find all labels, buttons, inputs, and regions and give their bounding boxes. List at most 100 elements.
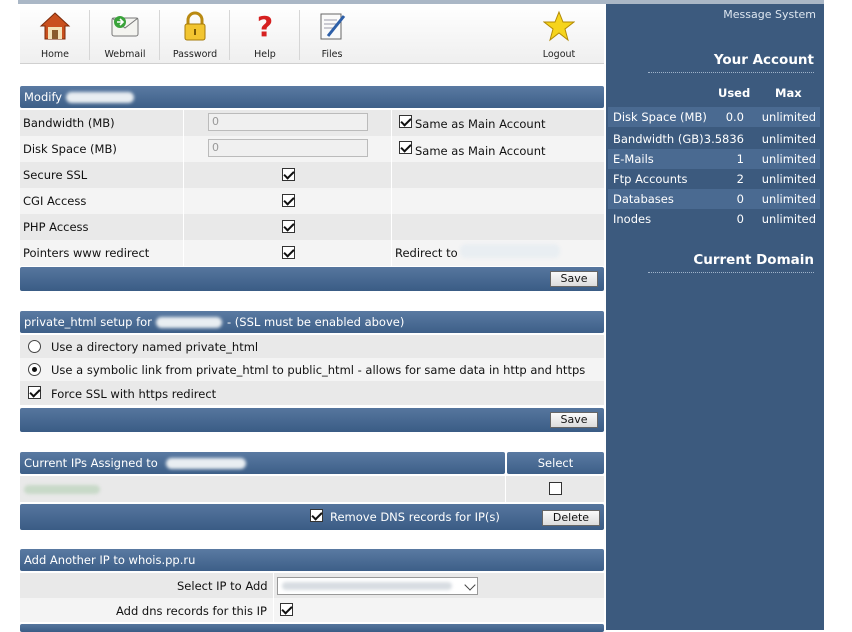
redacted-redirect: [460, 244, 560, 258]
ssl-row: Secure SSL: [20, 162, 604, 188]
row-label: Ftp Accounts: [613, 172, 688, 186]
ssl-label: Secure SSL: [23, 168, 88, 182]
select-ip-label: Select IP to Add: [177, 579, 268, 593]
ip-select-checkbox[interactable]: [549, 482, 562, 495]
files-icon: [320, 13, 346, 40]
bandwidth-input[interactable]: 0: [208, 113, 368, 131]
current-ips-header-label: Current IPs Assigned to: [24, 456, 158, 470]
modify-header-label: Modify: [24, 90, 63, 104]
home-label: Home: [40, 49, 70, 60]
account-row: Databases 0 unlimited: [608, 189, 820, 209]
column-divider: [391, 188, 392, 214]
add-dns-label: Add dns records for this IP: [116, 604, 267, 618]
logout-button[interactable]: Logout: [524, 4, 594, 64]
column-divider: [391, 136, 392, 162]
message-system-link[interactable]: Message System: [723, 8, 816, 21]
row-max: unlimited: [761, 132, 816, 146]
redacted-ip: [24, 485, 100, 494]
ips-footer-bar: Remove DNS records for IP(s) Delete: [20, 504, 604, 530]
used-column-header: Used: [718, 86, 751, 100]
row-label: Bandwidth (GB): [613, 132, 704, 146]
row-max: unlimited: [761, 172, 816, 186]
current-domain-title: Current Domain: [693, 252, 814, 268]
php-row: PHP Access: [20, 214, 604, 240]
force-ssl-checkbox[interactable]: [28, 386, 41, 399]
select-column-header: Select: [507, 452, 604, 474]
files-button[interactable]: Files: [297, 4, 367, 64]
row-label: Inodes: [613, 212, 652, 226]
delete-button[interactable]: Delete: [542, 510, 600, 526]
account-row: Inodes 0 unlimited: [608, 209, 820, 229]
column-divider: [505, 476, 506, 502]
option-link-label: Use a symbolic link from private_html to…: [51, 363, 586, 377]
row-max: unlimited: [761, 212, 816, 226]
php-checkbox[interactable]: [282, 220, 295, 233]
row-used: 0.0: [725, 110, 744, 124]
help-icon: ?: [257, 10, 273, 42]
row-used: 1: [736, 152, 744, 166]
cgi-checkbox[interactable]: [282, 194, 295, 207]
row-label: Databases: [613, 192, 674, 206]
row-label: E-Mails: [613, 152, 654, 166]
column-divider: [391, 162, 392, 188]
column-divider: [183, 110, 184, 136]
chevron-down-icon: [464, 579, 476, 591]
disk-row: Disk Space (MB) 0 Same as Main Account: [20, 136, 604, 162]
lock-icon: [184, 11, 206, 41]
home-button[interactable]: Home: [20, 4, 90, 64]
bandwidth-same-label: Same as Main Account: [415, 117, 546, 131]
option-dir-row: Use a directory named private_html: [20, 335, 604, 358]
column-divider: [273, 573, 274, 598]
column-divider: [183, 214, 184, 240]
modify-header: Modify: [20, 86, 604, 108]
redacted-domain: [156, 317, 222, 328]
divider: [648, 272, 814, 273]
mail-icon: [111, 16, 139, 37]
option-dir-radio[interactable]: [28, 340, 41, 353]
account-row: Bandwidth (GB) 3.5836 unlimited: [608, 129, 820, 149]
pointers-checkbox[interactable]: [282, 246, 295, 259]
column-divider: [183, 136, 184, 162]
redacted-domain: [166, 458, 246, 469]
row-used: 3.5836: [703, 132, 744, 146]
password-label: Password: [172, 49, 218, 60]
webmail-button[interactable]: Webmail: [90, 4, 160, 64]
redacted-domain: [66, 92, 134, 103]
account-row: Disk Space (MB) 0.0 unlimited: [608, 107, 820, 127]
redacted-ip-option: [282, 582, 452, 590]
disk-input[interactable]: 0: [208, 139, 368, 157]
row-used: 0: [736, 192, 744, 206]
private-html-save-button[interactable]: Save: [550, 412, 598, 428]
add-ip-footer-bar: [20, 624, 604, 632]
option-link-radio[interactable]: [28, 363, 41, 376]
disk-same-label: Same as Main Account: [415, 144, 546, 158]
ip-select-dropdown[interactable]: [277, 577, 478, 595]
private-html-header: private_html setup for - (SSL must be en…: [20, 311, 604, 333]
disk-label: Disk Space (MB): [23, 142, 117, 156]
logout-label: Logout: [542, 49, 576, 60]
max-column-header: Max: [775, 86, 802, 100]
row-label: Disk Space (MB): [613, 110, 707, 124]
private-html-footer-bar: Save: [20, 408, 604, 432]
account-panel: Message System Your Account Used Max Dis…: [606, 4, 824, 630]
ip-row: [20, 476, 604, 502]
row-max: unlimited: [761, 192, 816, 206]
ssl-checkbox[interactable]: [282, 168, 295, 181]
cgi-row: CGI Access: [20, 188, 604, 214]
row-used: 2: [736, 172, 744, 186]
pointers-label: Pointers www redirect: [23, 246, 150, 260]
force-ssl-label: Force SSL with https redirect: [51, 387, 217, 401]
password-button[interactable]: Password: [160, 4, 230, 64]
private-html-header-prefix: private_html setup for: [24, 315, 152, 329]
disk-same-checkbox[interactable]: [399, 141, 412, 154]
modify-save-button[interactable]: Save: [550, 271, 598, 287]
remove-dns-checkbox[interactable]: [310, 509, 323, 522]
row-used: 0: [736, 212, 744, 226]
force-ssl-row: Force SSL with https redirect: [20, 381, 604, 405]
pointers-row: Pointers www redirect Redirect to: [20, 240, 604, 266]
help-button[interactable]: ? Help: [230, 4, 300, 64]
bandwidth-same-checkbox[interactable]: [399, 115, 412, 128]
cgi-label: CGI Access: [23, 194, 87, 208]
row-max: unlimited: [761, 152, 816, 166]
add-dns-checkbox[interactable]: [280, 603, 293, 616]
